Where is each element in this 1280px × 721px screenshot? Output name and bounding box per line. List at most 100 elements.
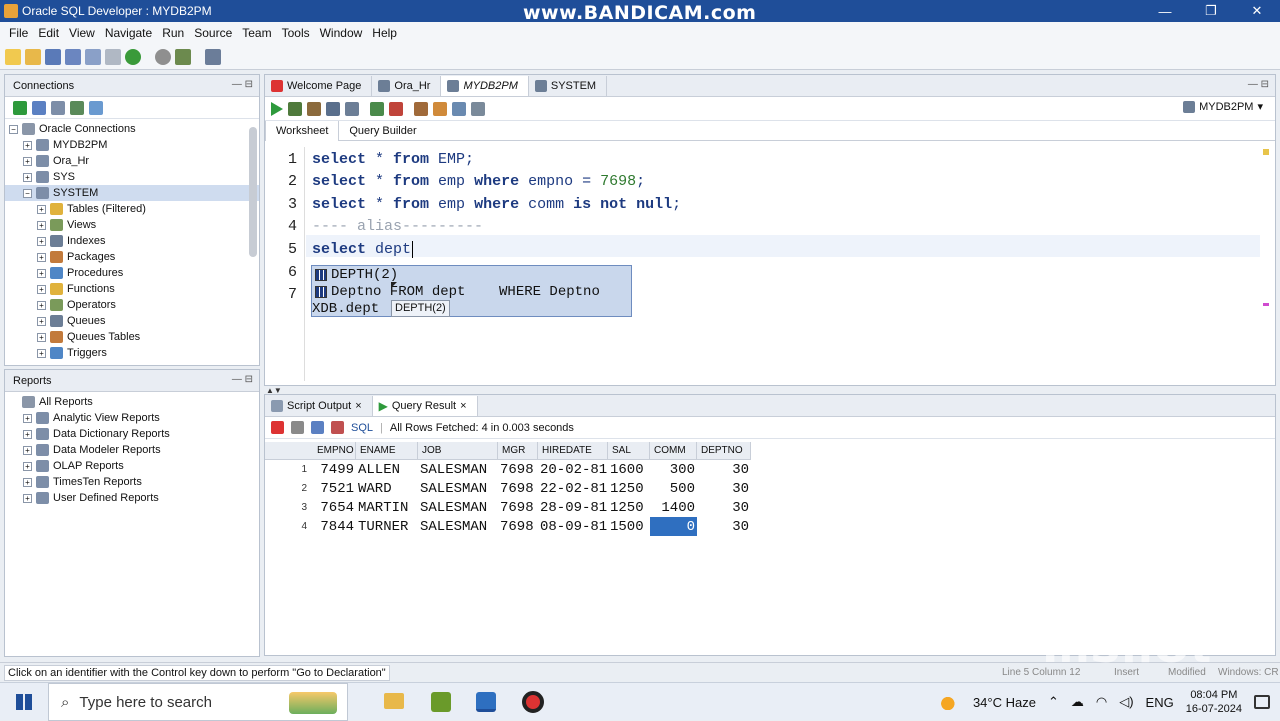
clock[interactable]: 08:04 PM 16-07-2024 [1186, 688, 1242, 716]
connections-item-procedures[interactable]: + Procedures [5, 265, 259, 281]
reports-item-data-dictionary-reports[interactable]: + Data Dictionary Reports [5, 426, 259, 442]
reports-item-user-defined-reports[interactable]: + User Defined Reports [5, 490, 259, 506]
taskbar-search[interactable]: ⌕ Type here to search [48, 683, 348, 721]
column-header[interactable]: COMM [650, 442, 697, 459]
connections-item-functions[interactable]: + Functions [5, 281, 259, 297]
file-explorer-icon[interactable] [384, 693, 404, 709]
chevron-up-icon[interactable]: ⌃ [1048, 694, 1059, 710]
collapse-icon[interactable]: − [9, 124, 18, 134]
add-connection-icon[interactable] [13, 100, 27, 115]
explain-plan-icon[interactable] [326, 101, 340, 116]
table-cell-comm[interactable]: 1400 [650, 498, 697, 517]
table-cell-deptno[interactable]: 30 [697, 517, 751, 536]
table-cell-deptno[interactable]: 30 [697, 460, 751, 479]
expand-icon[interactable]: + [37, 284, 46, 294]
expand-icon[interactable]: + [23, 461, 32, 471]
connections-item-indexes[interactable]: + Indexes [5, 233, 259, 249]
print-icon[interactable] [291, 421, 304, 434]
run-statement-icon[interactable] [271, 101, 283, 116]
table-cell-hiredate[interactable]: 28-09-81 [538, 498, 608, 517]
rollback-icon[interactable] [389, 101, 403, 116]
table-cell-mgr[interactable]: 7698 [498, 517, 538, 536]
tab-worksheet[interactable]: Worksheet [265, 120, 340, 141]
menu-run[interactable]: Run [162, 26, 184, 40]
tab-mydb2pm[interactable]: MYDB2PM [441, 76, 529, 96]
expand-icon[interactable]: + [23, 477, 32, 487]
menu-navigate[interactable]: Navigate [105, 26, 152, 40]
connections-item-oracle-connections[interactable]: − Oracle Connections [5, 121, 259, 137]
table-cell-ename[interactable]: ALLEN [356, 460, 418, 479]
table-cell-comm[interactable]: 0 [650, 517, 697, 536]
reports-item-data-modeler-reports[interactable]: + Data Modeler Reports [5, 442, 259, 458]
menu-help[interactable]: Help [372, 26, 397, 40]
sql-tuning-icon[interactable] [345, 101, 359, 116]
table-cell-comm[interactable]: 300 [650, 460, 697, 479]
column-header[interactable]: ENAME [356, 442, 418, 459]
connections-item-queues[interactable]: + Queues [5, 313, 259, 329]
table-row[interactable]: 3 7654 MARTIN SALESMAN 7698 28-09-81 1250 1400 3… [265, 498, 751, 517]
column-header[interactable]: SAL [608, 442, 650, 459]
reports-item-timesten-reports[interactable]: + TimesTen Reports [5, 474, 259, 490]
close-icon[interactable]: × [460, 400, 466, 412]
expand-icon[interactable]: + [37, 332, 46, 342]
back-icon[interactable] [155, 48, 171, 65]
onedrive-icon[interactable]: ☁ [1071, 694, 1084, 710]
column-header[interactable]: EMPNO [313, 442, 356, 459]
table-cell-hiredate[interactable]: 08-09-81 [538, 517, 608, 536]
menu-team[interactable]: Team [242, 26, 271, 40]
tab-welcome-page[interactable]: Welcome Page [265, 76, 373, 96]
connections-item-mydb2pm[interactable]: + MYDB2PM [5, 137, 259, 153]
table-cell-hiredate[interactable]: 20-02-81 [538, 460, 608, 479]
table-cell-hiredate[interactable]: 22-02-81 [538, 479, 608, 498]
expand-icon[interactable]: + [23, 429, 32, 439]
menu-window[interactable]: Window [320, 26, 363, 40]
bandicam-record-icon[interactable] [522, 691, 544, 713]
table-row[interactable]: 1 7499 ALLEN SALESMAN 7698 20-02-81 1600 300 30 [265, 460, 751, 479]
collapse-icon[interactable]: − [23, 188, 32, 198]
connections-icon[interactable] [175, 48, 191, 65]
expand-icon[interactable]: + [23, 413, 32, 423]
import-icon[interactable] [89, 100, 103, 115]
table-cell-mgr[interactable]: 7698 [498, 460, 538, 479]
connections-item-views[interactable]: + Views [5, 217, 259, 233]
table-cell-empno[interactable]: 7499 [313, 460, 356, 479]
reports-item-all-reports[interactable]: All Reports [5, 394, 259, 410]
minimize-button[interactable]: — [1142, 0, 1188, 22]
connections-item-tables-filtered[interactable]: + Tables (Filtered) [5, 201, 259, 217]
table-cell-mgr[interactable]: 7698 [498, 479, 538, 498]
new-file-icon[interactable] [5, 48, 21, 65]
expand-icon[interactable]: + [23, 445, 32, 455]
windows-start-icon[interactable] [16, 694, 32, 710]
filter-icon[interactable] [51, 100, 65, 115]
expand-icon[interactable]: + [23, 172, 32, 182]
tab-query-builder[interactable]: Query Builder [339, 121, 426, 141]
unshared-sql-icon[interactable] [414, 101, 428, 116]
table-cell-sal[interactable]: 1600 [608, 460, 650, 479]
sql-history-icon[interactable] [452, 101, 466, 116]
run-script-icon[interactable] [288, 101, 302, 116]
menu-tools[interactable]: Tools [282, 26, 310, 40]
connections-item-operators[interactable]: + Operators [5, 297, 259, 313]
column-header[interactable]: DEPTNO [697, 442, 751, 459]
connections-item-packages[interactable]: + Packages [5, 249, 259, 265]
redo-icon[interactable] [105, 48, 121, 65]
expand-icon[interactable]: + [23, 493, 32, 503]
connections-item-triggers[interactable]: + Triggers [5, 345, 259, 361]
connection-selector[interactable]: MYDB2PM ▾ [1183, 100, 1263, 113]
clear-eraser-icon[interactable] [433, 101, 447, 116]
save-all-icon[interactable] [65, 48, 81, 65]
format-icon[interactable] [471, 101, 485, 116]
close-button[interactable]: ✕ [1234, 0, 1280, 22]
run-forward-icon[interactable] [125, 48, 141, 65]
wifi-icon[interactable]: ◠ [1096, 694, 1107, 710]
expand-icon[interactable]: + [37, 220, 46, 230]
table-cell-ename[interactable]: WARD [356, 479, 418, 498]
table-cell-ename[interactable]: MARTIN [356, 498, 418, 517]
notification-icon[interactable] [1254, 695, 1270, 709]
expand-icon[interactable]: + [37, 252, 46, 262]
table-cell-job[interactable]: SALESMAN [418, 479, 498, 498]
weather-text[interactable]: 34°C Haze [973, 695, 1036, 710]
tab-query-result[interactable]: ▶ Query Result × [372, 396, 478, 416]
connections-item-ora-hr[interactable]: + Ora_Hr [5, 153, 259, 169]
column-header[interactable]: MGR [498, 442, 538, 459]
